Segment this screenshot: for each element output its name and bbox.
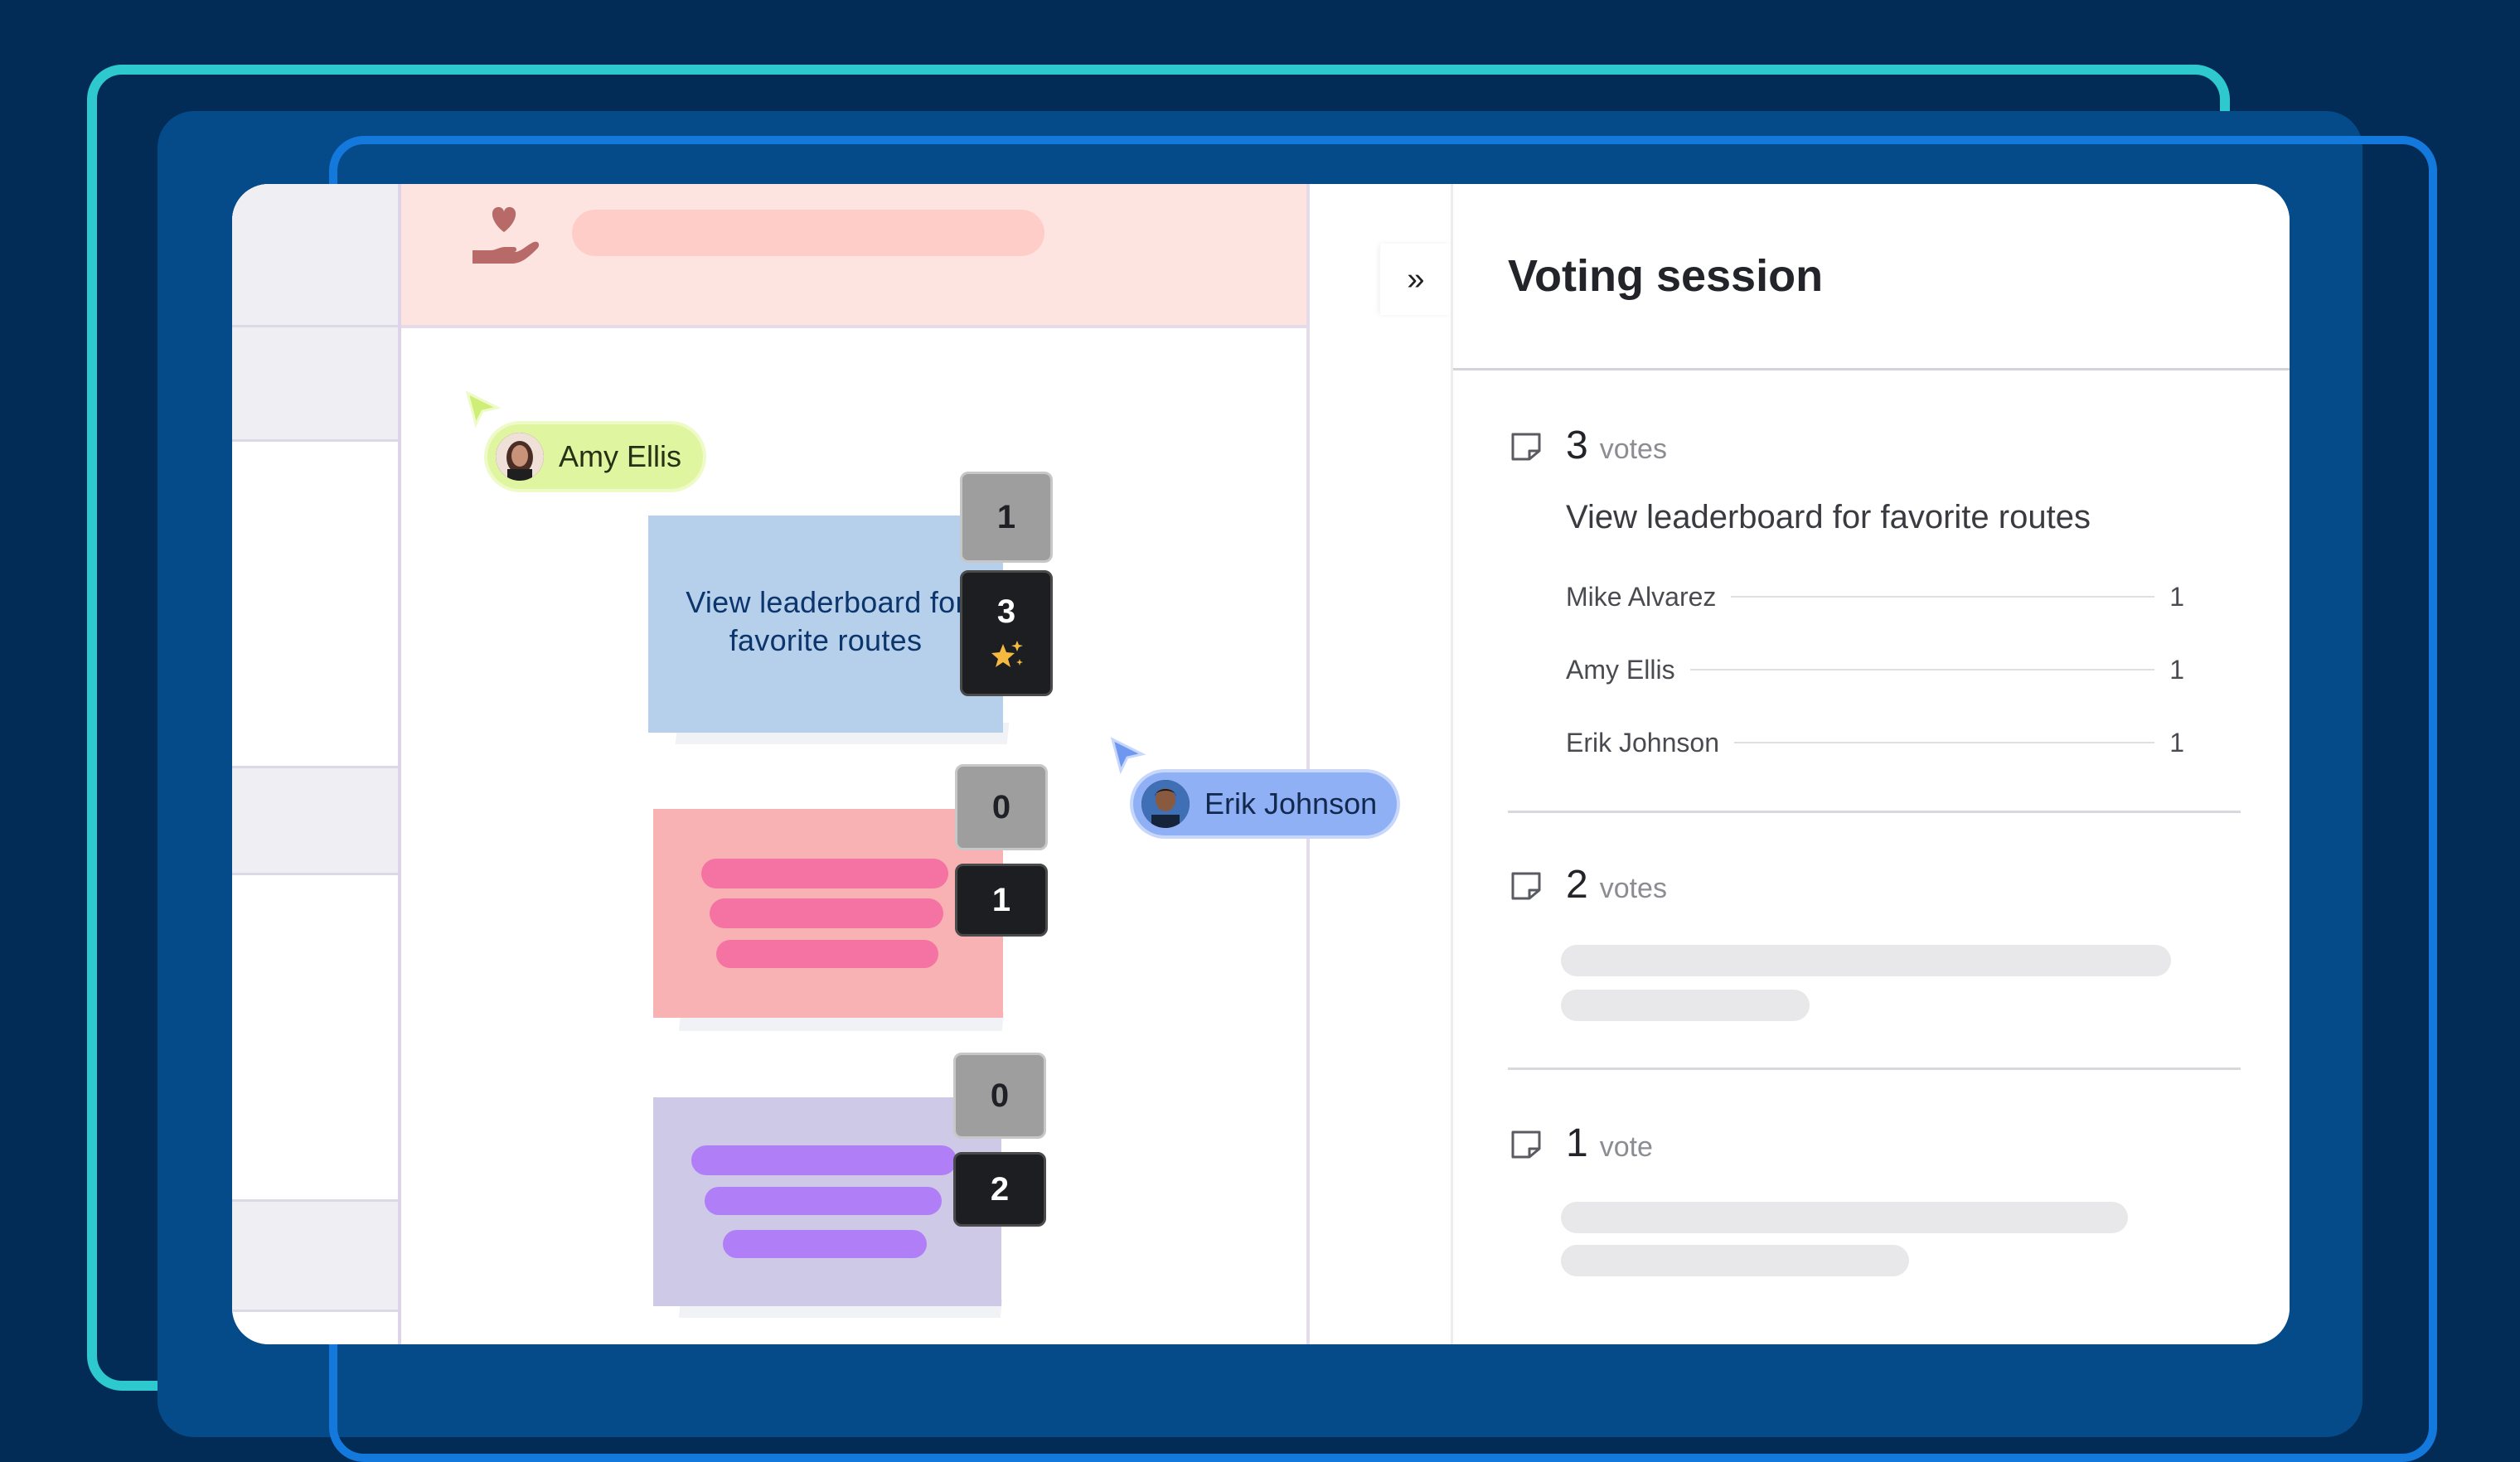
voter-leader-line (1733, 742, 2155, 743)
cursor-user-name: Amy Ellis (559, 439, 682, 473)
vote-badge-total: 3 (960, 570, 1053, 696)
voter-row: Amy Ellis 1 (1566, 651, 2184, 688)
text-placeholder-bar (691, 1145, 957, 1175)
voter-leader-line (1731, 596, 2155, 598)
avatar (1141, 780, 1190, 828)
divider (1453, 368, 2290, 370)
avatar (496, 433, 544, 481)
vote-label: vote (1599, 1131, 1653, 1163)
board-divider (1306, 184, 1310, 1344)
vote-count: 3 (996, 593, 1016, 630)
column-divider (398, 184, 401, 1344)
vote-badge-total: 2 (953, 1152, 1046, 1227)
voter-name: Erik Johnson (1566, 727, 1719, 758)
row-cell (232, 766, 398, 875)
text-placeholder (1561, 945, 2171, 976)
cursor-arrow-icon (1110, 737, 1146, 774)
vote-badge-own: 0 (953, 1053, 1046, 1139)
app-window: Amy Ellis View leaderboard for favorite … (232, 184, 2290, 1344)
sticky-note-icon (1511, 1130, 1541, 1159)
vote-count-header: 3 votes (1566, 423, 1667, 468)
row-cell (232, 1199, 398, 1312)
vote-badge-own: 0 (955, 764, 1048, 850)
voter-count: 1 (2169, 727, 2184, 758)
divider (1508, 811, 2241, 813)
cursor-user-name: Erik Johnson (1204, 787, 1378, 821)
text-placeholder (1561, 1202, 2128, 1233)
header-title-placeholder (572, 210, 1044, 256)
voter-count: 1 (2169, 581, 2184, 612)
sparkle-star-icon (991, 640, 1023, 667)
row-cell (232, 184, 398, 327)
text-placeholder-bar (701, 859, 948, 888)
heart-hand-icon (472, 206, 540, 264)
voter-leader-line (1689, 669, 2155, 670)
vote-label: votes (1599, 433, 1667, 465)
voter-row: Erik Johnson 1 (1566, 724, 2184, 761)
divider (1508, 1067, 2241, 1070)
text-placeholder (1561, 990, 1810, 1021)
sticky-note-icon (1511, 872, 1541, 900)
cursor-tag-erik: Erik Johnson (1133, 772, 1398, 835)
collapse-panel-button[interactable]: » (1380, 244, 1451, 315)
text-placeholder-bar (723, 1230, 927, 1258)
voted-item-title[interactable]: View leaderboard for favorite routes (1566, 499, 2091, 536)
voting-panel: Voting session 3 votes View leaderboard … (1451, 184, 2290, 1344)
cursor-tag-amy: Amy Ellis (487, 424, 704, 489)
vote-count: 1 (1566, 1121, 1588, 1165)
voter-name: Mike Alvarez (1566, 581, 1717, 612)
text-placeholder-bar (716, 940, 938, 968)
sticky-note-text: View leaderboard for favorite routes (686, 585, 966, 657)
text-placeholder-bar (705, 1187, 942, 1215)
vote-count: 3 (1566, 424, 1588, 467)
vote-badge-own: 1 (960, 472, 1053, 563)
double-chevron-right-icon: » (1407, 261, 1425, 297)
text-placeholder (1561, 1245, 1909, 1276)
row-cell (232, 327, 398, 442)
voter-row: Mike Alvarez 1 (1566, 579, 2184, 615)
cursor-arrow-icon (465, 390, 502, 428)
vote-label: votes (1599, 873, 1667, 904)
board-left-column (232, 184, 398, 1344)
voter-name: Amy Ellis (1566, 654, 1675, 685)
sticky-note-icon (1511, 433, 1541, 461)
text-placeholder-bar (710, 898, 943, 928)
vote-badge-total: 1 (955, 864, 1048, 937)
vote-count-header: 2 votes (1566, 862, 1667, 908)
voter-count: 1 (2169, 654, 2184, 685)
vote-count-header: 1 vote (1566, 1121, 1653, 1166)
panel-title: Voting session (1508, 251, 1824, 301)
vote-count: 2 (1566, 863, 1588, 907)
